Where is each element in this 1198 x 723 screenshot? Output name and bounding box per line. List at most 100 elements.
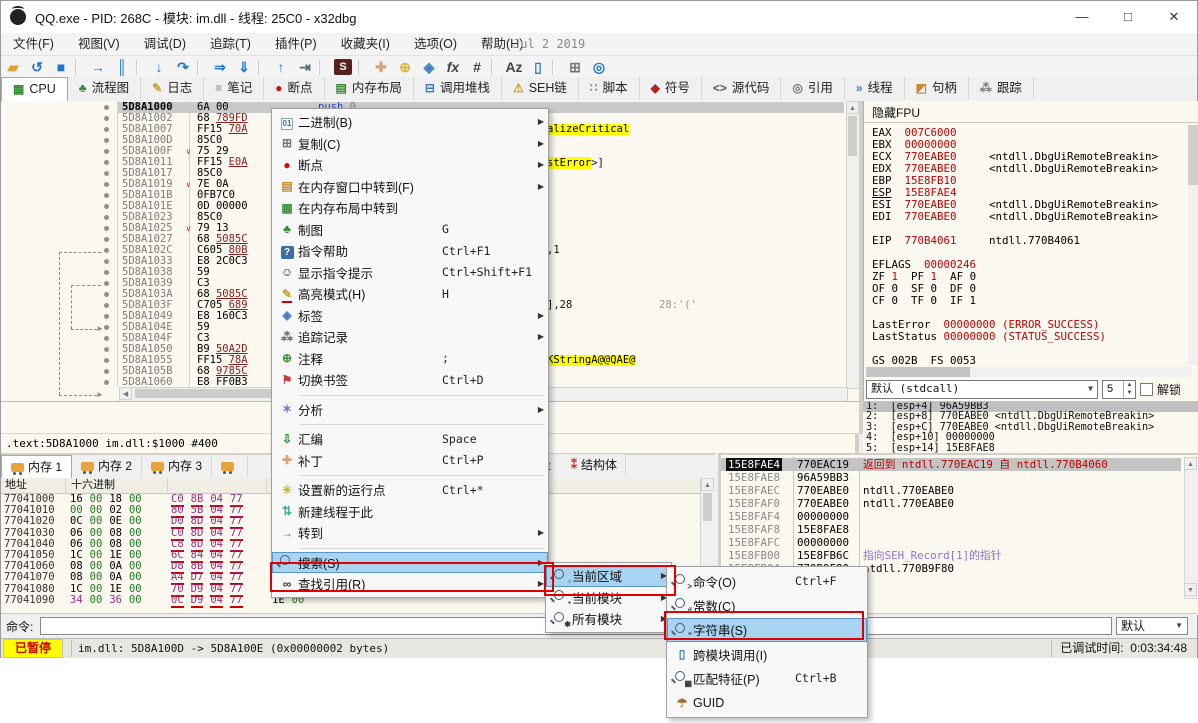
toolbar-icon[interactable]: ✚: [369, 59, 393, 76]
context-menu-item[interactable]: ▶: [272, 544, 548, 552]
view-tab[interactable]: ▤ 内存布局: [325, 77, 414, 100]
stack-vertical-scrollbar[interactable]: ▲ ▼: [1184, 457, 1198, 599]
breakpoint-dot[interactable]: [104, 369, 109, 374]
stack-row[interactable]: 15E8FB00 15E8FB6C 指向SEH_Record[1]的指针: [721, 549, 1181, 562]
toolbar-icon[interactable]: ◈: [417, 59, 441, 76]
stack-row[interactable]: 15E8FAEC 770EABE0 ntdll.770EABE0: [721, 484, 1181, 497]
view-tab[interactable]: ● 断点: [264, 77, 324, 100]
breakpoint-dot[interactable]: [104, 127, 109, 132]
toolbar-icon[interactable]: ↺: [25, 59, 49, 76]
view-tab[interactable]: ∷ 脚本: [579, 77, 640, 100]
register-row[interactable]: CF 0 TF 0 IF 1: [872, 295, 1184, 307]
context-menu-item[interactable]: ⁂ 追踪记录 ▶: [272, 326, 548, 348]
context-menu-item[interactable]: ● 断点 ▶: [272, 154, 548, 176]
toolbar-icon[interactable]: ▰: [1, 59, 25, 76]
breakpoint-dot[interactable]: [104, 281, 109, 286]
toolbar-icon[interactable]: [258, 59, 267, 75]
menu-bar-item[interactable]: 插件(P): [263, 33, 329, 55]
menu-bar-item[interactable]: 收藏夹(I): [329, 33, 402, 55]
toolbar-icon[interactable]: ║: [110, 59, 134, 75]
toolbar-icon[interactable]: [358, 59, 367, 75]
stack-row[interactable]: 15E8FAE8 96A59BB3: [721, 471, 1181, 484]
view-tab[interactable]: <> 源代码: [702, 77, 782, 100]
submenu-item[interactable]: ☂ GUID ▶: [667, 690, 867, 714]
menu-bar-item[interactable]: 追踪(T): [198, 33, 263, 55]
context-menu-item[interactable]: ☺ 显示指令提示 Ctrl+Shift+F1 ▶: [272, 262, 548, 284]
breakpoint-dot[interactable]: [104, 149, 109, 154]
submenu-item[interactable]: # 常数(C) ▶: [667, 593, 867, 617]
breakpoint-dot[interactable]: [104, 171, 109, 176]
breakpoint-dot[interactable]: [104, 105, 109, 110]
tab-struct[interactable]: ⁑结构体: [563, 454, 626, 476]
toolbar-icon[interactable]: [491, 59, 500, 75]
menu-bar-item[interactable]: 视图(V): [66, 33, 132, 55]
view-tab[interactable]: » 线程: [845, 77, 905, 100]
dump-tab[interactable]: 内存 1: [1, 455, 72, 479]
argument-row[interactable]: 4: [esp+10] 00000000: [863, 433, 1198, 443]
toolbar-icon[interactable]: [552, 59, 561, 75]
calling-convention-dropdown[interactable]: 默认 (stdcall)▼: [866, 380, 1098, 399]
breakpoint-dot[interactable]: [104, 182, 109, 187]
breakpoint-dot[interactable]: [104, 303, 109, 308]
stack-row[interactable]: 15E8FAFC 00000000: [721, 536, 1181, 549]
breakpoint-dot[interactable]: [104, 226, 109, 231]
view-tab[interactable]: ◆ 符号: [640, 77, 702, 100]
context-menu-item[interactable]: ♣ 制图 G ▶: [272, 219, 548, 241]
toolbar-icon[interactable]: ↓: [147, 59, 171, 75]
context-menu-item[interactable]: ◈ 标签 ▶: [272, 305, 548, 327]
context-menu-item[interactable]: ⊞ 复制(C) ▶: [272, 133, 548, 155]
breakpoint-dot[interactable]: [104, 215, 109, 220]
toolbar-icon[interactable]: ■: [49, 59, 73, 75]
stack-row[interactable]: 15E8FAF4 00000000: [721, 510, 1181, 523]
submenu-item[interactable]: “ 字符串(S) ▶: [667, 618, 867, 642]
context-menu-item[interactable]: ▦ 在内存布局中转到 ▶: [272, 197, 548, 219]
maximize-button[interactable]: □: [1105, 1, 1151, 33]
toolbar-icon[interactable]: ⇥: [293, 59, 317, 76]
toolbar-icon[interactable]: [75, 59, 84, 75]
dump-tab[interactable]: 内存 2: [72, 455, 142, 477]
toolbar-icon[interactable]: ⇓: [232, 59, 256, 76]
submenu-item[interactable]: ▯ 跨模块调用(I) ▶: [667, 642, 867, 666]
breakpoint-dot[interactable]: [104, 314, 109, 319]
toolbar-icon[interactable]: ↑: [269, 59, 293, 75]
breakpoint-dot[interactable]: [104, 259, 109, 264]
context-menu-item[interactable]: ⇩ 汇编 Space ▶: [272, 428, 548, 450]
toolbar-icon[interactable]: fx: [441, 59, 465, 75]
breakpoint-dot[interactable]: [104, 270, 109, 275]
context-menu-item[interactable]: ✎ 高亮模式(H) H ▶: [272, 283, 548, 305]
toolbar-icon[interactable]: [197, 59, 206, 75]
minimize-button[interactable]: —: [1059, 1, 1105, 33]
breakpoint-dot[interactable]: [104, 204, 109, 209]
view-tab[interactable]: ⁂ 跟踪: [969, 77, 1034, 100]
argument-count-spinner[interactable]: 5▲▼: [1102, 380, 1136, 399]
view-tab[interactable]: ⊟ 调用堆栈: [414, 77, 502, 100]
view-tab[interactable]: ◎ 引用: [781, 77, 845, 100]
context-menu-item[interactable]: ⊕ 注释 ; ▶: [272, 348, 548, 370]
breakpoint-dot[interactable]: [104, 116, 109, 121]
view-tab[interactable]: ✎ 日志: [141, 77, 204, 100]
register-row[interactable]: GS 002B FS 0053: [872, 355, 1184, 367]
toolbar-icon[interactable]: ⇒: [208, 59, 232, 76]
submenu-item[interactable]: ▫ 当前区域 ▶: [546, 565, 671, 587]
register-row[interactable]: EIP 770B4061 ntdll.770B4061: [872, 235, 1184, 247]
toolbar-icon[interactable]: [319, 59, 328, 75]
register-row[interactable]: EDI 770EABE0 <ntdll.DbgUiRemoteBreakin>: [872, 211, 1184, 223]
view-tab[interactable]: ◩ 句柄: [905, 77, 969, 100]
breakpoint-dot[interactable]: [104, 292, 109, 297]
context-menu-item[interactable]: ✚ 补丁 Ctrl+P ▶: [272, 450, 548, 472]
dump-tab[interactable]: 内存 3: [142, 455, 212, 477]
view-tab[interactable]: ♣ 流程图: [68, 77, 141, 100]
toolbar-icon[interactable]: ⊕: [393, 59, 417, 76]
toolbar-icon[interactable]: ◎: [587, 59, 611, 76]
menu-bar-item[interactable]: 选项(O): [402, 33, 469, 55]
unlock-checkbox[interactable]: [1140, 383, 1153, 396]
context-menu-item[interactable]: ? 指令帮助 Ctrl+F1 ▶: [272, 240, 548, 262]
context-menu-item[interactable]: 01 二进制(B) ▶: [272, 111, 548, 133]
context-menu-item[interactable]: ✳ 设置新的运行点 Ctrl+* ▶: [272, 479, 548, 501]
toolbar-icon[interactable]: [136, 59, 145, 75]
toolbar-icon[interactable]: →: [86, 59, 110, 75]
breakpoint-dot[interactable]: [104, 138, 109, 143]
context-menu-item[interactable]: ▶: [272, 420, 548, 428]
register-row[interactable]: LastStatus 00000000 (STATUS_SUCCESS): [872, 331, 1184, 343]
toolbar-icon[interactable]: ⊞: [563, 59, 587, 76]
